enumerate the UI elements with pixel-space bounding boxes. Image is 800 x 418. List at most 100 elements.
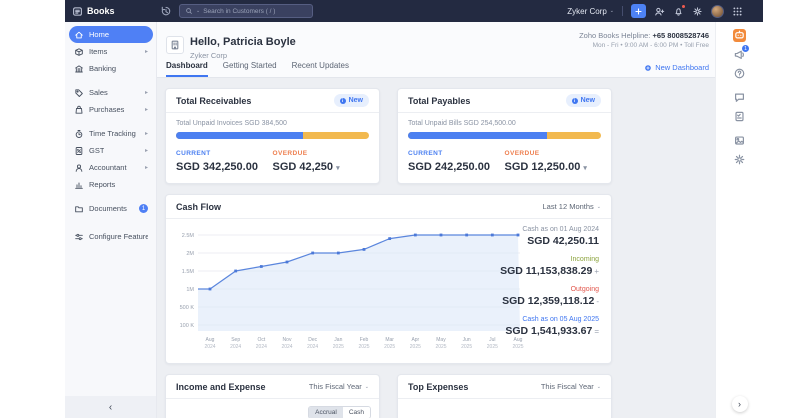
sidebar-item-banking[interactable]: Banking [69,60,153,77]
books-logo-icon [72,6,83,17]
topbar: Books ⌄ Search in Customers ( / ) Zyker … [65,0,763,22]
recent-history-icon[interactable] [160,5,172,17]
top-expenses-title: Top Expenses [408,382,468,392]
payables-current-label: CURRENT [408,150,505,157]
overdue-caret-icon: ▾ [336,165,340,172]
screenshot-canvas: Books ⌄ Search in Customers ( / ) Zyker … [0,0,800,418]
gallery-icon[interactable] [733,134,746,147]
next-chevron-icon: › [738,399,741,409]
receivables-overdue-value[interactable]: SGD 42,250 ▾ [273,161,370,173]
sidebar-item-documents[interactable]: Documents1 [69,200,153,217]
sidebar-item-time-tracking[interactable]: Time Tracking▸ [69,125,153,142]
reports-icon [74,180,84,190]
svg-text:May: May [436,337,446,343]
info-dot-icon: i [572,98,578,104]
sidebar-item-accountant[interactable]: Accountant ▸ [69,159,153,176]
stat-incoming: Incoming SGD 11,153,838.29+ [459,256,599,277]
stat-value: SGD 11,153,838.29+ [459,265,599,277]
sidebar-item-label: Reports [89,180,115,189]
top-expenses-period-select[interactable]: This Fiscal Year ⌄ [541,382,601,391]
chat-icon[interactable] [733,91,746,104]
greeting-org: Zyker Corp [190,51,227,60]
sidebar-item-label: Documents [89,204,127,213]
receivables-progress-bar [176,132,369,139]
svg-text:Mar: Mar [385,337,394,343]
sidebar: HomeItems▸BankingSales▸Purchases▸Time Tr… [65,22,157,418]
period-caret-icon: ⌄ [597,204,601,210]
sidebar-collapse-button[interactable]: ‹ [65,396,156,418]
apps-grid-icon[interactable] [732,6,743,17]
overdue-caret-icon: ▾ [583,165,587,172]
topbar-right-cluster: Zyker Corp ⌄ [567,0,743,22]
sidebar-item-label: Accountant [89,163,127,172]
search-placeholder: Search in Customers ( / ) [203,8,275,15]
sidebar-item-label: Sales [89,88,108,97]
books-logo[interactable]: Books [72,0,115,22]
income-expense-title: Income and Expense [176,382,266,392]
search-scope-caret-icon: ⌄ [196,9,200,14]
expand-arrow-icon: ▸ [145,164,148,171]
income-expense-period-select[interactable]: This Fiscal Year ⌄ [309,382,369,391]
stat-label: Incoming [459,256,599,263]
tab-getting-started[interactable]: Getting Started [223,61,277,77]
tab-dashboard[interactable]: Dashboard [166,61,208,77]
expand-arrow-icon: ▸ [145,48,148,55]
invite-user-icon[interactable] [654,6,665,17]
settings-rail-icon[interactable] [733,153,746,166]
svg-text:500 K: 500 K [180,305,195,311]
payables-overdue-value[interactable]: SGD 12,250.00 ▾ [505,161,602,173]
sidebar-item-items[interactable]: Items▸ [69,43,153,60]
announcements-icon[interactable]: 1 [733,48,746,61]
svg-text:2024: 2024 [204,344,215,350]
help-icon[interactable] [733,67,746,80]
sidebar-item-sales[interactable]: Sales▸ [69,84,153,101]
home-icon [74,30,84,40]
sidebar-item-home[interactable]: Home [69,26,153,43]
payables-progress-bar [408,132,601,139]
info-dot-icon: i [340,98,346,104]
helpline-block: Zoho Books Helpline: +65 8008528746 Mon … [579,31,709,49]
notifications-icon[interactable] [673,6,684,17]
settings-icon[interactable] [692,6,703,17]
sidebar-item-label: Purchases [89,105,124,114]
svg-text:Dec: Dec [308,337,317,343]
expand-arrow-icon: ▸ [145,147,148,154]
period-caret-icon: ⌄ [597,384,601,390]
sidebar-item-purchases[interactable]: Purchases ▸ [69,101,153,118]
org-switcher[interactable]: Zyker Corp ⌄ [567,7,614,16]
items-icon [74,47,84,57]
stat-label: Outgoing [459,286,599,293]
rail-count-badge: 1 [742,45,749,52]
notification-dot [681,4,686,9]
svg-text:Apr: Apr [411,337,419,343]
cashflow-period-select[interactable]: Last 12 Months ⌄ [543,202,601,211]
svg-text:2025: 2025 [410,344,421,350]
expand-arrow-icon: ▸ [145,106,148,113]
svg-text:2024: 2024 [256,344,267,350]
add-new-icon[interactable] [631,4,646,18]
collapse-chevron-icon: ‹ [109,402,112,413]
zia-assistant-icon[interactable] [733,29,746,42]
scroll-next-button[interactable]: › [732,396,748,412]
stat-value: SGD 42,250.11 [459,235,599,247]
toggle-cash[interactable]: Cash [343,407,370,418]
new-dashboard-link[interactable]: New Dashboard [644,63,709,72]
toggle-accrual[interactable]: Accrual [309,407,343,418]
stat-operator: - [596,297,599,306]
tasks-icon[interactable] [733,110,746,123]
receivables-current-label: CURRENT [176,150,273,157]
sidebar-item-gst[interactable]: GST▸ [69,142,153,159]
gst-icon [74,146,84,156]
tab-recent-updates[interactable]: Recent Updates [292,61,349,77]
sidebar-item-configure-features-list[interactable]: Configure Features list [69,228,153,245]
avatar-icon[interactable] [711,5,724,18]
documents-icon [74,204,84,214]
top-expenses-card: Top Expenses This Fiscal Year ⌄ [397,374,612,418]
payables-new-badge: i New [566,94,601,107]
svg-text:1M: 1M [186,287,194,293]
zoho-books-app: Books ⌄ Search in Customers ( / ) Zyker … [65,0,763,418]
receivables-overdue-label: OVERDUE [273,150,370,157]
cash-flow-stats: Cash as on 01 Aug 2024SGD 42,250.11Incom… [459,226,599,346]
sidebar-item-reports[interactable]: Reports [69,176,153,193]
global-search-input[interactable]: ⌄ Search in Customers ( / ) [179,4,313,18]
